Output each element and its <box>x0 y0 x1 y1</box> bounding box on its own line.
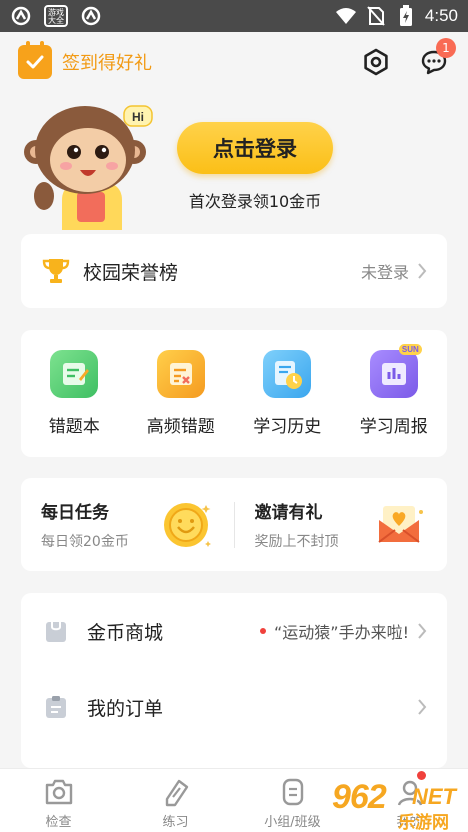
app-s-icon <box>10 5 32 27</box>
settings-hex-icon <box>364 48 388 76</box>
gold-coin-icon <box>163 502 211 547</box>
tab-label: 练习 <box>162 815 189 830</box>
menu-item-coin-shop[interactable]: 金币商城 “运动猿”手办来啦! <box>21 593 447 669</box>
mascot-bubble-text: Hi <box>132 110 144 124</box>
tool-label: 错题本 <box>48 417 100 437</box>
chevron-right-icon <box>418 263 427 279</box>
task-title: 邀请有礼 <box>254 503 323 523</box>
game-badge-icon: 游戏大全 <box>44 5 68 27</box>
header: 签到得好礼 1 <box>0 32 468 92</box>
menu-title: 金币商城 <box>87 621 164 644</box>
honor-board-row[interactable]: 校园荣誉榜 未登录 <box>21 234 447 308</box>
monkey-mascot-icon: Hi <box>24 105 153 230</box>
login-button[interactable]: 点击登录 <box>177 122 333 174</box>
watermark-name: 乐游网 <box>398 813 449 832</box>
gift-envelope-icon <box>378 505 423 543</box>
tool-label: 高频错题 <box>146 417 215 437</box>
clipboard-icon <box>46 696 66 718</box>
tab-practice[interactable]: 练习 <box>117 769 234 832</box>
signin-label: 签到得好礼 <box>62 53 152 74</box>
tool-weekly-report[interactable]: SUN 学习周报 <box>346 344 442 437</box>
trophy-icon <box>42 259 70 283</box>
frequent-errors-icon <box>156 350 205 398</box>
menu-item-orders[interactable]: 我的订单 <box>21 669 447 745</box>
study-history-icon <box>263 350 312 398</box>
login-status: 未登录 <box>360 263 409 282</box>
site-watermark: 962 NET 乐游网 <box>332 778 468 832</box>
messages-button[interactable]: 1 <box>418 38 456 78</box>
login-reward-text: 首次登录领10金币 <box>188 192 322 211</box>
tool-label: 学习周报 <box>359 417 428 437</box>
tab-label: 小组/班级 <box>264 815 321 830</box>
menu-list: 金币商城 “运动猿”手办来啦! 我的订单 <box>21 593 447 768</box>
chevron-right-icon <box>418 623 427 639</box>
chevron-right-icon <box>418 699 427 715</box>
menu-title: 我的订单 <box>87 697 164 720</box>
tool-study-history[interactable]: 学习历史 <box>239 350 335 437</box>
clock: 4:50 <box>424 6 458 25</box>
weekly-report-tag: SUN <box>398 344 422 355</box>
notification-badge: 1 <box>436 38 456 58</box>
tool-frequent-errors[interactable]: 高频错题 <box>133 350 229 437</box>
app-s-icon <box>80 5 102 27</box>
tool-label: 学习历史 <box>253 417 322 437</box>
tasks-card: 每日任务 每日领20金币 邀请有礼 奖励上不封顶 <box>21 478 447 571</box>
study-tools-grid: 错题本 高频错题 学习历史 SUN 学习周报 <box>21 330 447 457</box>
red-dot-icon <box>260 628 266 634</box>
shop-bag-icon <box>46 622 66 642</box>
invite-task-entry[interactable]: 邀请有礼 奖励上不封顶 <box>235 478 448 571</box>
signin-entry[interactable]: 签到得好礼 <box>18 41 152 79</box>
login-hero: Hi 点击登录 首次登录领10金币 <box>0 92 468 232</box>
wrong-questions-icon <box>50 350 99 398</box>
task-subtitle: 每日领20金币 <box>41 534 129 550</box>
menu-note: “运动猿”手办来啦! <box>260 619 409 643</box>
tab-check[interactable]: 检查 <box>0 769 117 832</box>
no-sim-icon <box>365 5 387 27</box>
wifi-icon <box>335 5 357 27</box>
tool-wrong-questions[interactable]: 错题本 <box>26 350 122 437</box>
camera-icon <box>42 777 76 807</box>
status-bar: 游戏大全 4:50 <box>0 0 468 32</box>
menu-note-text: “运动猿”手办来啦! <box>274 623 409 642</box>
group-icon <box>276 777 310 807</box>
task-title: 每日任务 <box>41 503 109 523</box>
weekly-report-icon: SUN <box>369 344 422 398</box>
battery-charging-icon <box>395 5 417 27</box>
honor-board-title: 校园荣誉榜 <box>83 261 179 284</box>
watermark-number: 962 <box>332 778 387 816</box>
practice-icon <box>159 777 193 807</box>
settings-button[interactable] <box>360 46 392 78</box>
tab-label: 检查 <box>45 815 72 830</box>
task-subtitle: 奖励上不封顶 <box>254 534 339 550</box>
daily-task-entry[interactable]: 每日任务 每日领20金币 <box>21 478 234 571</box>
calendar-check-icon <box>18 41 52 79</box>
watermark-suffix: NET <box>412 784 456 809</box>
